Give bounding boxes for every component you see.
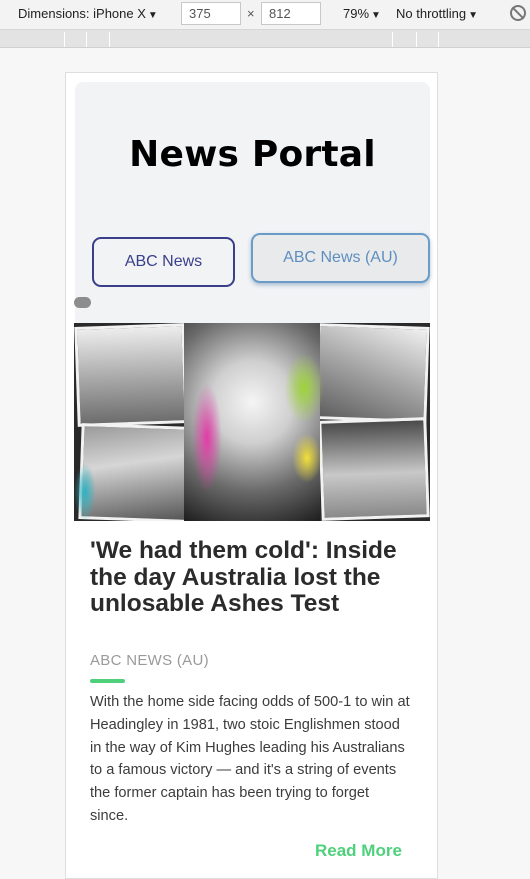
photo-collage-tile	[314, 323, 430, 423]
width-input[interactable]: 375	[181, 2, 241, 25]
zoom-label: 79%	[343, 6, 370, 21]
abc-news-au-button[interactable]: ABC News (AU)	[251, 233, 430, 283]
photo-collage-tile	[74, 323, 188, 427]
photo-collage-tile	[318, 417, 430, 521]
accent-bar	[90, 679, 125, 683]
paint-splash	[292, 433, 322, 483]
article-headline[interactable]: 'We had them cold': Inside the day Austr…	[90, 537, 420, 618]
paint-splash	[192, 383, 222, 493]
article-source: ABC NEWS (AU)	[90, 652, 209, 669]
chevron-down-icon: ▼	[371, 10, 381, 21]
times-sign: ×	[247, 6, 255, 21]
zoom-select[interactable]: 79% ▼	[343, 6, 381, 21]
media-query-ruler	[0, 30, 530, 48]
height-input[interactable]: 812	[261, 2, 321, 25]
read-more-link[interactable]: Read More	[315, 841, 402, 861]
page-title: News Portal	[129, 134, 376, 175]
throttling-select[interactable]: No throttling ▼	[396, 6, 478, 21]
device-viewport: News Portal ABC News ABC News (AU) 'We h…	[65, 72, 438, 879]
device-dimensions-select[interactable]: Dimensions: iPhone X ▼	[18, 6, 158, 21]
rotate-icon[interactable]	[510, 5, 526, 21]
article-summary: With the home side facing odds of 500-1 …	[90, 694, 410, 824]
abc-news-button[interactable]: ABC News	[92, 237, 235, 287]
chevron-down-icon: ▼	[468, 10, 478, 21]
throttling-label: No throttling	[396, 6, 467, 21]
paint-splash	[74, 463, 96, 521]
header-panel: News Portal ABC News ABC News (AU)	[75, 82, 430, 323]
devtools-toolbar: Dimensions: iPhone X ▼ 375 × 812 79% ▼ No …	[0, 0, 530, 30]
carousel-indicator[interactable]	[74, 297, 91, 308]
article-image	[74, 323, 430, 521]
chevron-down-icon: ▼	[147, 10, 158, 21]
paint-splash	[284, 353, 324, 423]
device-dimensions-label: Dimensions: iPhone X	[18, 6, 146, 21]
